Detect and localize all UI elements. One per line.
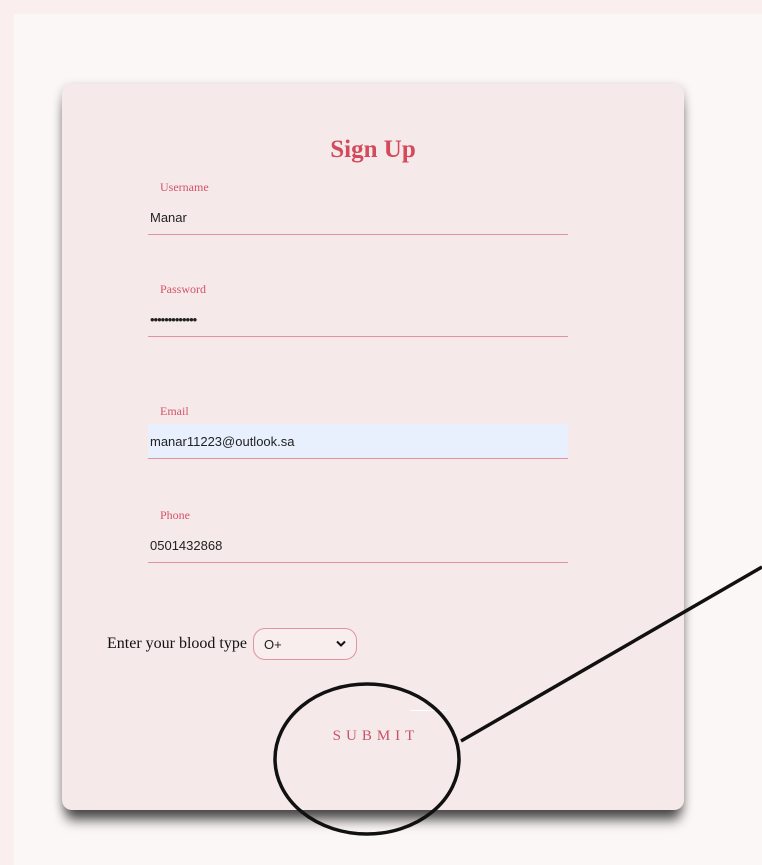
- chevron-down-icon: [336, 639, 346, 649]
- blood-type-select[interactable]: O+: [252, 628, 357, 660]
- password-input[interactable]: •••••••••••••: [148, 302, 568, 337]
- blood-type-selected-value: O+: [263, 636, 282, 652]
- password-label: Password: [160, 282, 207, 296]
- email-input[interactable]: manar11223@outlook.sa: [148, 424, 568, 459]
- phone-input[interactable]: 0501432868: [148, 528, 568, 563]
- username-label: Username: [160, 180, 209, 194]
- page-title: Sign Up: [330, 136, 416, 163]
- phone-label: Phone: [160, 508, 190, 522]
- signup-card: Sign Up Username Manar Password ••••••••…: [62, 84, 684, 810]
- username-input[interactable]: Manar: [148, 200, 568, 235]
- blood-type-row: Enter your blood type O+: [107, 624, 357, 664]
- submit-button[interactable]: SUBMIT: [316, 714, 436, 758]
- submit-decorative-line: [410, 710, 446, 711]
- email-label: Email: [160, 404, 189, 418]
- blood-type-label: Enter your blood type: [107, 635, 247, 652]
